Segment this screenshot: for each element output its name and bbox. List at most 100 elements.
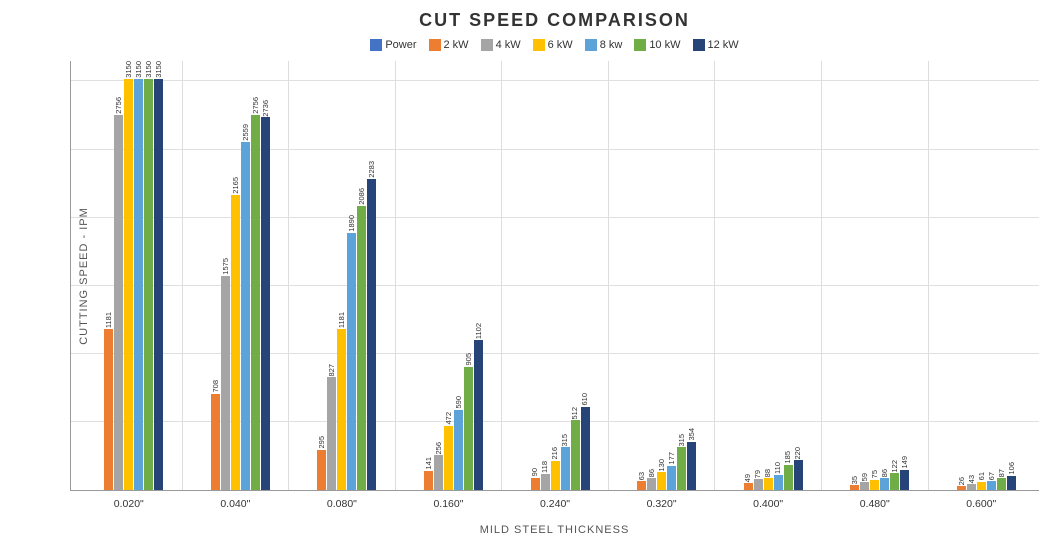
bar-group: 14125647259090511020.160" [396, 61, 503, 490]
bar-value-label: 827 [328, 364, 336, 377]
bar [551, 461, 560, 490]
bar-group: 26436167871060.600" [929, 61, 1035, 490]
bar-value-label: 67 [988, 472, 996, 480]
bar-wrap: 472 [444, 61, 453, 490]
x-tick-label: 0.240" [540, 498, 570, 510]
bars: 70815752165255927562736 [201, 61, 270, 490]
legend-label: 6 kW [548, 39, 573, 51]
bar [261, 117, 270, 490]
bar-wrap [521, 61, 530, 490]
x-tick-label: 0.020" [114, 498, 144, 510]
bar-wrap: 315 [677, 61, 686, 490]
bar-value-label: 106 [1008, 462, 1016, 475]
bar-value-label: 177 [668, 452, 676, 465]
bar-wrap [201, 61, 210, 490]
bar-wrap: 3150 [144, 61, 153, 490]
bar-value-label: 1181 [105, 312, 113, 328]
chart-area: 1181275631503150315031500.020"7081575216… [70, 61, 1039, 491]
bar-wrap: 43 [967, 61, 976, 490]
bar [784, 465, 793, 490]
bar-wrap: 220 [794, 61, 803, 490]
bar [1007, 476, 1016, 490]
bar-wrap: 106 [1007, 61, 1016, 490]
bar-wrap: 59 [860, 61, 869, 490]
bar [464, 367, 473, 490]
bar [890, 473, 899, 490]
bar-wrap: 295 [317, 61, 326, 490]
bar-wrap: 67 [987, 61, 996, 490]
bar-group: 4979881101852200.400" [715, 61, 822, 490]
bar-wrap: 122 [890, 61, 899, 490]
bar [317, 450, 326, 490]
bars: 118127563150315031503150 [94, 61, 163, 490]
bar-value-label: 63 [638, 472, 646, 480]
bar-wrap: 2736 [261, 61, 270, 490]
bar [144, 79, 153, 490]
bar [794, 460, 803, 490]
legend-label: Power [385, 39, 416, 51]
bar-wrap: 177 [667, 61, 676, 490]
bar-wrap: 141 [424, 61, 433, 490]
bar-value-label: 86 [648, 469, 656, 477]
bar [571, 420, 580, 490]
x-tick-label: 0.400" [753, 498, 783, 510]
bar-wrap: 118 [541, 61, 550, 490]
legend-swatch [585, 39, 597, 51]
bar-value-label: 256 [435, 442, 443, 455]
bar-value-label: 59 [861, 473, 869, 481]
legend-swatch [634, 39, 646, 51]
bar [337, 329, 346, 490]
bar-value-label: 315 [678, 434, 686, 447]
legend-item: 10 kW [634, 39, 680, 51]
bar-value-label: 315 [561, 434, 569, 447]
x-tick-label: 0.160" [433, 498, 463, 510]
x-tick-label: 0.600" [966, 498, 996, 510]
bar-value-label: 2086 [358, 188, 366, 205]
bar [957, 486, 966, 490]
bar-wrap: 86 [880, 61, 889, 490]
legend-item: 12 kW [693, 39, 739, 51]
bar-value-label: 512 [571, 407, 579, 420]
bar-value-label: 88 [764, 469, 772, 477]
bar [251, 115, 260, 490]
legend: Power2 kW4 kW6 kW8 kw10 kW12 kW [70, 39, 1039, 51]
bars: 1412564725909051102 [414, 61, 483, 490]
bar [581, 407, 590, 490]
bar-value-label: 1181 [338, 312, 346, 328]
bar [211, 394, 220, 490]
bar-wrap: 185 [784, 61, 793, 490]
bar-group: 708157521652559275627360.040" [183, 61, 290, 490]
x-tick-label: 0.040" [220, 498, 250, 510]
bar-value-label: 3150 [155, 61, 163, 78]
bar [764, 478, 773, 490]
bar-value-label: 2756 [252, 97, 260, 114]
bar-value-label: 1575 [222, 258, 230, 275]
bar-group: 63861301773153540.320" [609, 61, 716, 490]
bar-wrap: 2086 [357, 61, 366, 490]
bar [637, 481, 646, 490]
x-tick-label: 0.480" [860, 498, 890, 510]
bar [967, 484, 976, 490]
bar-wrap: 610 [581, 61, 590, 490]
bar-wrap: 590 [454, 61, 463, 490]
bars: 6386130177315354 [627, 61, 696, 490]
legend-swatch [429, 39, 441, 51]
bar-wrap: 1181 [104, 61, 113, 490]
bar-group: 355975861221490.480" [822, 61, 929, 490]
bar-value-label: 130 [658, 459, 666, 472]
bar [987, 481, 996, 490]
bar-wrap: 149 [900, 61, 909, 490]
bar [647, 478, 656, 490]
bar [134, 79, 143, 490]
bar-value-label: 61 [978, 472, 986, 480]
bar-wrap: 87 [997, 61, 1006, 490]
legend-swatch [693, 39, 705, 51]
bar [231, 195, 240, 490]
bar-wrap: 1181 [337, 61, 346, 490]
bar [434, 455, 443, 490]
bar [241, 142, 250, 491]
bar-wrap [414, 61, 423, 490]
bar-wrap: 2756 [251, 61, 260, 490]
bar [744, 483, 753, 490]
chart-container: CUT SPEED COMPARISON Power2 kW4 kW6 kW8 … [0, 0, 1059, 559]
